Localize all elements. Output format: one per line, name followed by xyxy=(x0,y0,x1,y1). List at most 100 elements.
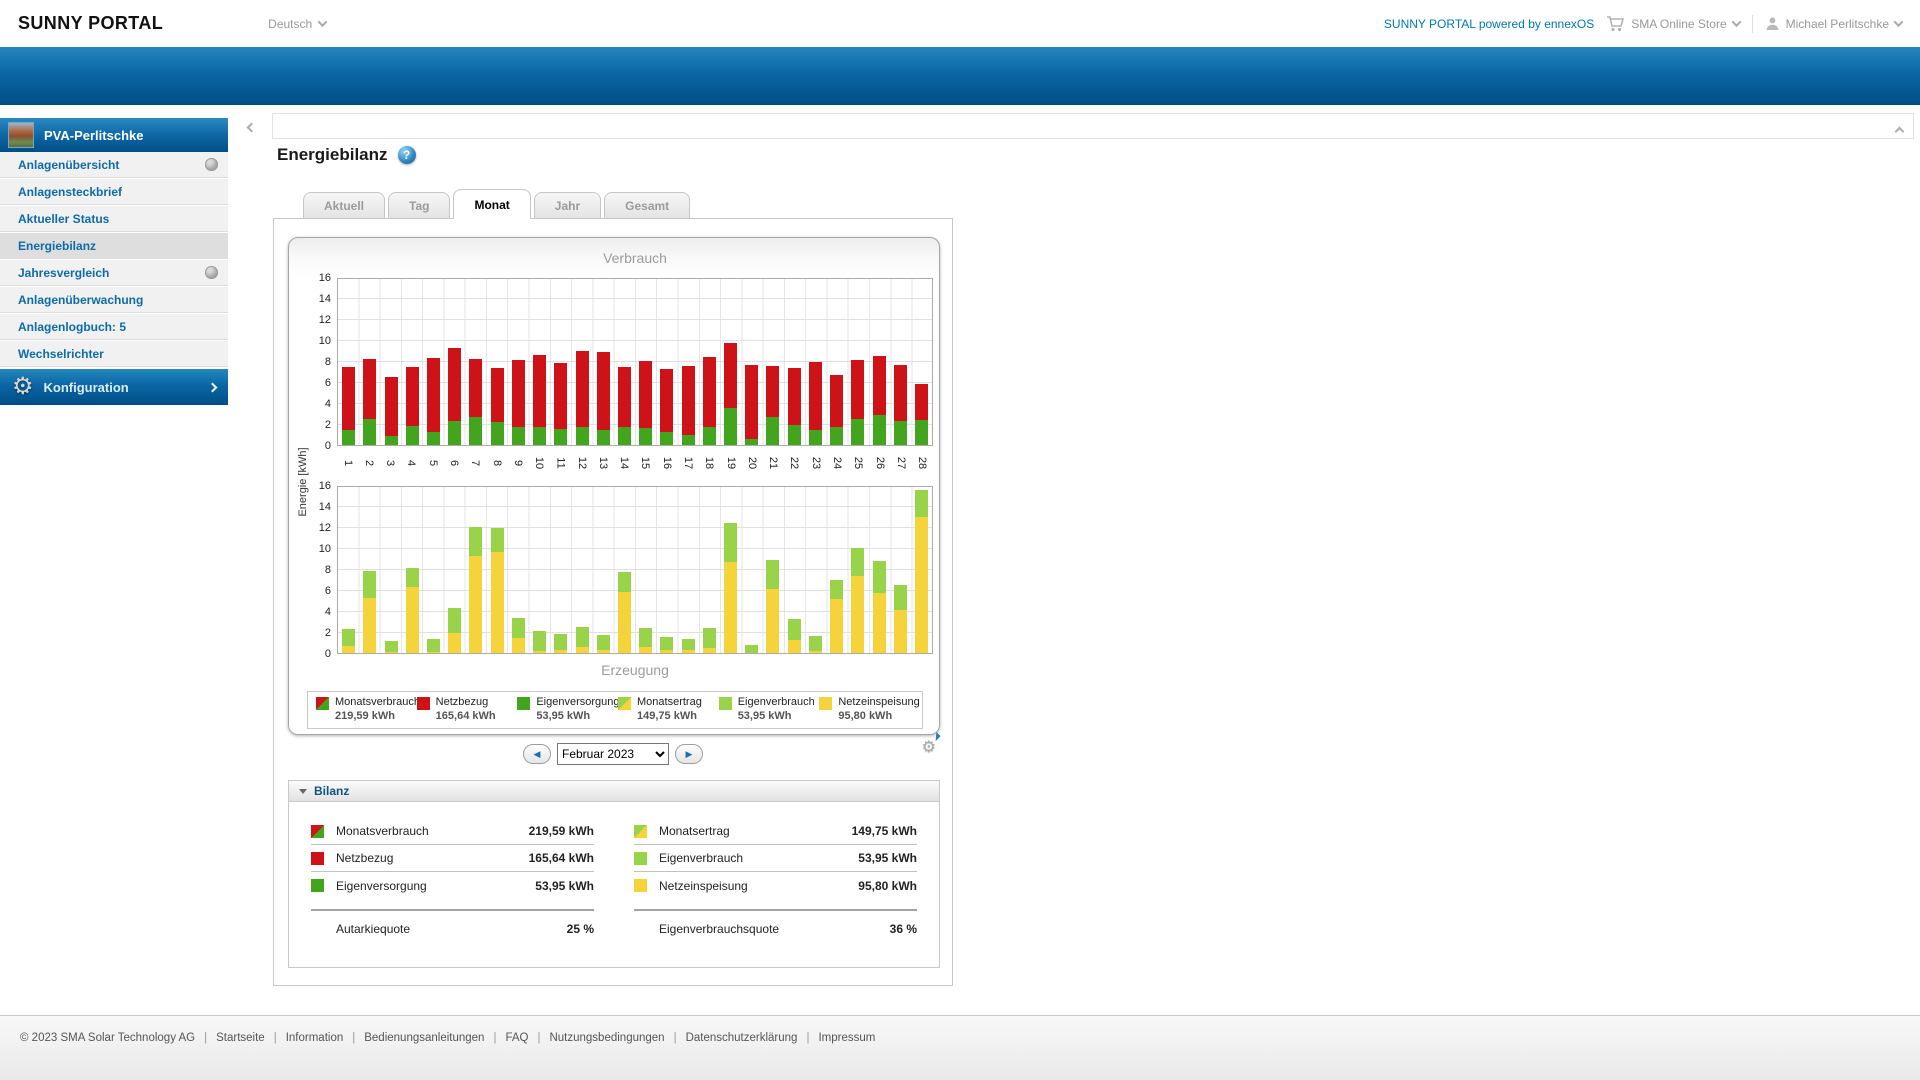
bar-day-7 xyxy=(465,279,486,445)
legend-value: 165,64 kWh xyxy=(435,710,496,722)
footer-link[interactable]: Bedienungsanleitungen xyxy=(364,1032,484,1044)
previous-month-button[interactable]: ◀ xyxy=(523,744,551,764)
divider: | xyxy=(493,1032,497,1044)
sidebar-item[interactable]: Anlagenlogbuch: 5 xyxy=(0,314,228,340)
next-month-button[interactable]: ▶ xyxy=(675,744,703,764)
consumption-chart-title: Verbrauch xyxy=(603,250,667,266)
x-tick-5: 5 xyxy=(426,459,439,467)
footer-link[interactable]: Impressum xyxy=(818,1032,875,1044)
tab-tag[interactable]: Tag xyxy=(388,192,451,218)
gear-icon: ⚙ xyxy=(921,739,936,756)
footer-link[interactable]: Datenschutzerklärung xyxy=(686,1032,798,1044)
period-pager: ◀ Februar 2023 ▶ xyxy=(274,743,952,765)
period-select[interactable]: Februar 2023 xyxy=(557,743,669,765)
y-tick: 16 xyxy=(318,480,331,492)
sidebar-item[interactable]: Anlagenübersicht xyxy=(0,152,228,178)
footer-link[interactable]: Startseite xyxy=(216,1032,265,1044)
footer-link[interactable]: Nutzungsbedingungen xyxy=(549,1032,664,1044)
x-tick-8: 8 xyxy=(490,459,503,467)
y-tick: 6 xyxy=(324,585,331,597)
x-tick-9: 9 xyxy=(511,459,524,467)
bilanz-header[interactable]: Bilanz xyxy=(288,780,940,802)
legend-item: Monatsertrag 149,75 kWh xyxy=(618,696,719,722)
tab-jahr[interactable]: Jahr xyxy=(533,192,602,218)
x-tick-15: 15 xyxy=(639,456,652,470)
autarky-value: 25 % xyxy=(566,922,594,936)
sidebar-item[interactable]: Energiebilanz xyxy=(0,233,228,259)
divider xyxy=(311,909,594,911)
sidebar-collapse-button[interactable] xyxy=(241,117,261,137)
x-tick-2: 2 xyxy=(362,459,375,467)
bar-day-14 xyxy=(614,279,635,445)
bilanz-label: Netzbezug xyxy=(336,851,394,865)
sidebar-item-label: Wechselrichter xyxy=(18,346,104,361)
bar-day-26 xyxy=(868,487,889,653)
bar-day-12 xyxy=(571,279,592,445)
tab-monat[interactable]: Monat xyxy=(453,189,531,219)
x-tick-12: 12 xyxy=(575,456,588,470)
sidebar-item[interactable]: Wechselrichter xyxy=(0,341,228,367)
chevron-down-icon xyxy=(317,17,328,28)
x-tick-22: 22 xyxy=(788,456,801,470)
sidebar-item[interactable]: Anlagenüberwachung xyxy=(0,287,228,313)
online-store-link[interactable]: SMA Online Store xyxy=(1606,15,1742,32)
divider xyxy=(1751,14,1753,33)
y-tick: 0 xyxy=(324,440,331,452)
bar-day-28 xyxy=(911,279,932,445)
bar-day-24 xyxy=(826,279,847,445)
sidebar-item[interactable]: Anlagensteckbrief xyxy=(0,179,228,205)
sidebar-item-konfiguration[interactable]: ⚙ Konfiguration xyxy=(0,369,228,405)
bilanz-chip-self_supply xyxy=(311,879,324,892)
collapse-up-button[interactable] xyxy=(1894,122,1905,140)
x-tick-13: 13 xyxy=(597,456,610,470)
bilanz-left: Monatsverbrauch 219,59 kWh Netzbezug 165,64… xyxy=(311,818,594,899)
legend-value: 219,59 kWh xyxy=(335,710,395,722)
bar-day-25 xyxy=(847,279,868,445)
bar-day-7 xyxy=(465,487,486,653)
bar-day-18 xyxy=(699,487,720,653)
tab-gesamt[interactable]: Gesamt xyxy=(604,192,691,218)
bar-day-2 xyxy=(359,487,380,653)
sidebar-item[interactable]: Jahresvergleich xyxy=(0,260,228,286)
energy-chart-widget: Verbrauch 16 14 12 10 8 6 4 2 0 1 2 3 4 5 6 7 8 9 10 11 12 1… xyxy=(288,237,940,735)
legend-chip-self_consumption xyxy=(718,697,732,710)
globe-icon xyxy=(205,158,218,171)
chevron-left-icon xyxy=(246,122,256,132)
user-name: Michael Perlitschke xyxy=(1785,16,1889,31)
bar-day-18 xyxy=(699,279,720,445)
plant-thumbnail xyxy=(8,122,34,148)
tab-aktuell[interactable]: Aktuell xyxy=(303,192,386,218)
bar-day-26 xyxy=(868,279,889,445)
sidebar: PVA-Perlitschke Anlagenübersicht Anlagens… xyxy=(0,118,228,405)
chart-legend: Monatsverbrauch 219,59 kWh Netzbezug 165,64… xyxy=(307,691,923,729)
language-selector[interactable]: Deutsch xyxy=(268,17,328,31)
bilanz-chip-self_consumption xyxy=(634,851,647,865)
chevron-down-icon xyxy=(1893,17,1904,28)
help-icon[interactable] xyxy=(397,146,416,164)
x-tick-26: 26 xyxy=(873,456,886,470)
bar-day-9 xyxy=(508,279,529,445)
bilanz-row: Eigenverbrauch 53,95 kWh xyxy=(634,845,917,872)
footer-link[interactable]: Information xyxy=(286,1032,344,1044)
y-tick: 2 xyxy=(324,627,331,639)
chart-settings-button[interactable]: ⚙ xyxy=(921,731,941,757)
x-tick-3: 3 xyxy=(384,459,397,467)
bilanz-chip-yield xyxy=(634,824,647,838)
bar-day-21 xyxy=(762,279,783,445)
bilanz-title: Bilanz xyxy=(314,784,350,798)
user-icon xyxy=(1766,17,1779,30)
bar-day-8 xyxy=(487,487,508,653)
sidebar-item-label: Energiebilanz xyxy=(18,238,97,253)
y-tick: 12 xyxy=(318,522,331,534)
powered-by-link[interactable]: SUNNY PORTAL powered by ennexOS xyxy=(1384,17,1594,31)
footer-link[interactable]: FAQ xyxy=(505,1032,528,1044)
y-tick: 8 xyxy=(324,356,331,368)
user-menu[interactable]: Michael Perlitschke xyxy=(1765,16,1904,31)
plant-header[interactable]: PVA-Perlitschke xyxy=(0,118,228,152)
store-label: SMA Online Store xyxy=(1631,16,1727,31)
bar-day-12 xyxy=(571,487,592,653)
consumption-plot xyxy=(337,278,933,446)
divider xyxy=(634,909,917,911)
bilanz-value: 165,64 kWh xyxy=(528,851,594,865)
sidebar-item[interactable]: Aktueller Status xyxy=(0,206,228,232)
